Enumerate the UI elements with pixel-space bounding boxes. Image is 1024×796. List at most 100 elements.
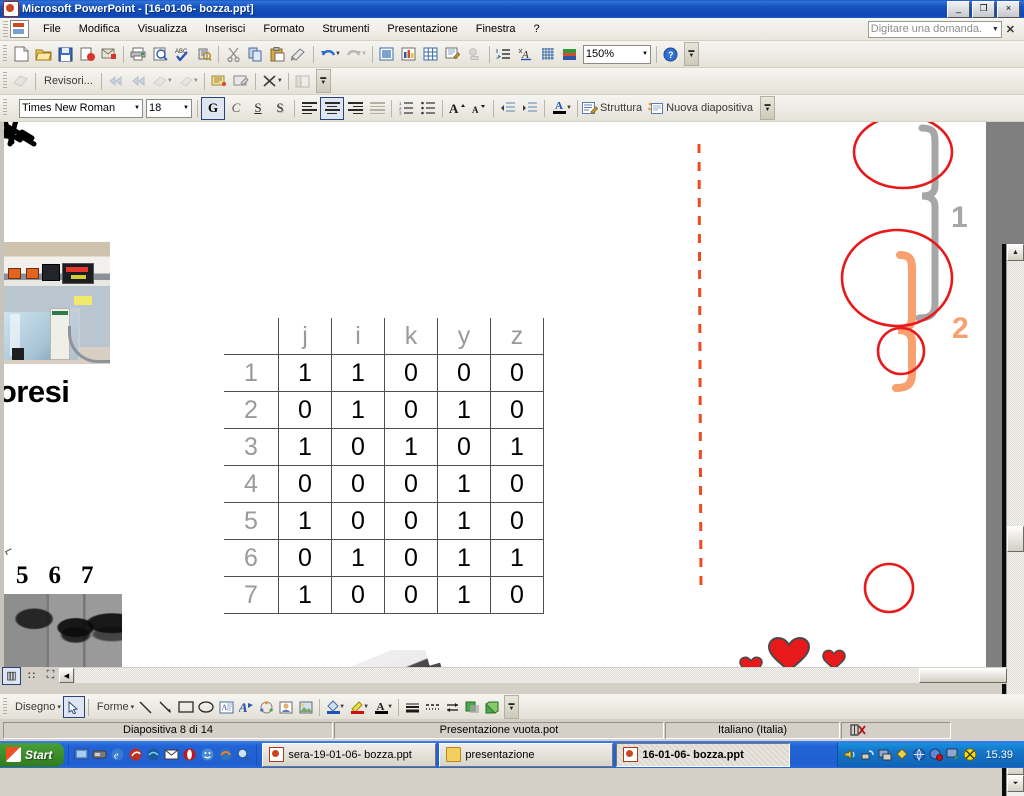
toolbar-grip[interactable] bbox=[3, 698, 7, 716]
media-player-icon[interactable] bbox=[91, 746, 108, 763]
normal-view-button[interactable]: ▥ bbox=[2, 666, 21, 685]
font-name-combobox[interactable]: Times New Roman ▼ bbox=[19, 98, 143, 118]
wordart-icon[interactable]: A bbox=[236, 697, 256, 717]
updates-icon[interactable] bbox=[945, 747, 960, 762]
align-right-icon[interactable] bbox=[344, 98, 366, 119]
draw-menu-button[interactable]: Disegno bbox=[10, 701, 60, 713]
language-indicator[interactable]: Italiano (Italia) bbox=[665, 721, 840, 739]
chevron-down-icon[interactable]: ▾ bbox=[131, 703, 135, 711]
copy-icon[interactable] bbox=[244, 43, 266, 65]
vertical-scroll-thumb[interactable] bbox=[1007, 526, 1024, 552]
print-preview-icon[interactable] bbox=[149, 43, 171, 65]
fill-color-dropdown-icon[interactable]: ▼ bbox=[339, 704, 345, 710]
menu-item-strumenti[interactable]: Strumenti bbox=[313, 20, 378, 38]
delete-comment-icon[interactable] bbox=[259, 70, 281, 92]
oval-icon[interactable] bbox=[196, 697, 216, 717]
toolbar-grip[interactable] bbox=[3, 72, 7, 90]
markup-icon[interactable] bbox=[10, 70, 32, 92]
menu-item-inserisci[interactable]: Inserisci bbox=[196, 20, 254, 38]
open-icon[interactable] bbox=[32, 43, 54, 65]
text-box-icon[interactable]: A bbox=[216, 697, 236, 717]
reviewing-pane-icon[interactable] bbox=[292, 70, 314, 92]
hyperlink-icon[interactable] bbox=[464, 43, 486, 65]
menu-item-finestra[interactable]: Finestra bbox=[467, 20, 525, 38]
font-color-dropdown-icon[interactable]: ▼ bbox=[566, 105, 572, 111]
bold-button[interactable]: G bbox=[201, 96, 225, 120]
arrow-style-icon[interactable] bbox=[442, 697, 462, 717]
insert-table-icon[interactable] bbox=[376, 43, 398, 65]
new-slide-button[interactable]: Nuova diapositiva bbox=[665, 102, 758, 114]
menu-item-file[interactable]: File bbox=[34, 20, 70, 38]
menu-item-presentazione[interactable]: Presentazione bbox=[378, 20, 466, 38]
picture-icon[interactable] bbox=[296, 697, 316, 717]
diagram-icon[interactable] bbox=[256, 697, 276, 717]
close-icon[interactable]: ✕ bbox=[1006, 23, 1018, 36]
taskbar-task-16-01-06-bozza[interactable]: 16-01-06- bozza.ppt bbox=[616, 742, 791, 767]
menu-item-help[interactable]: ? bbox=[525, 20, 549, 38]
opera-icon[interactable] bbox=[181, 746, 198, 763]
menu-grip[interactable] bbox=[3, 21, 8, 37]
close-button[interactable]: × bbox=[997, 0, 1020, 18]
slide-canvas[interactable]: foresi ⌐ 5 6 7 j i bbox=[0, 122, 986, 667]
network-icon[interactable] bbox=[860, 747, 875, 762]
clip-art-icon[interactable] bbox=[276, 697, 296, 717]
grid-icon[interactable] bbox=[537, 43, 559, 65]
save-icon[interactable] bbox=[54, 43, 76, 65]
shield-icon[interactable] bbox=[894, 747, 909, 762]
color-icon[interactable] bbox=[559, 43, 581, 65]
increase-font-size-icon[interactable]: A bbox=[446, 98, 468, 119]
numbering-icon[interactable] bbox=[493, 43, 515, 65]
taskbar-clock[interactable]: 15.39 bbox=[979, 749, 1019, 761]
toolbar-grip[interactable] bbox=[3, 45, 7, 63]
chevron-down-icon[interactable]: ▼ bbox=[992, 22, 999, 37]
research-icon[interactable] bbox=[193, 43, 215, 65]
line-style-icon[interactable] bbox=[402, 697, 422, 717]
font-effects-icon[interactable]: A bbox=[515, 43, 537, 65]
edit-comment-icon[interactable] bbox=[230, 70, 252, 92]
drawing-toolbar-overflow-button[interactable]: ▬ ▼ bbox=[504, 695, 520, 719]
align-left-icon[interactable] bbox=[298, 98, 320, 119]
standard-toolbar-overflow-button[interactable]: ▬ ▼ bbox=[683, 42, 699, 66]
next-comment-icon[interactable] bbox=[127, 70, 149, 92]
menu-item-formato[interactable]: Formato bbox=[254, 20, 313, 38]
decrease-font-size-icon[interactable]: A bbox=[468, 98, 490, 119]
insert-chart-icon[interactable] bbox=[398, 43, 420, 65]
redo-icon[interactable] bbox=[343, 43, 365, 65]
align-justify-icon[interactable] bbox=[366, 98, 388, 119]
scroll-left-button[interactable]: ◀ bbox=[59, 668, 74, 683]
undo-icon[interactable] bbox=[317, 43, 339, 65]
display-icon[interactable] bbox=[877, 747, 892, 762]
slide-show-button[interactable]: ⛶ bbox=[42, 668, 59, 684]
mail-icon[interactable] bbox=[76, 43, 98, 65]
new-icon[interactable] bbox=[10, 43, 32, 65]
select-arrow-icon[interactable] bbox=[62, 696, 85, 718]
messenger-icon[interactable] bbox=[199, 746, 216, 763]
globe-icon[interactable] bbox=[911, 747, 926, 762]
internet-explorer-icon[interactable]: e bbox=[109, 746, 126, 763]
scroll-up-button[interactable]: ▲ bbox=[1007, 244, 1024, 261]
decrease-indent-icon[interactable] bbox=[497, 98, 519, 119]
chevron-down-icon[interactable]: ▼ bbox=[134, 105, 140, 111]
numbered-list-icon[interactable]: 123 bbox=[395, 98, 417, 119]
bulleted-list-icon[interactable] bbox=[417, 98, 439, 119]
logic-table[interactable]: j i k y z 1 1 1 0 0 0 2 0 1 0 1 0 3 1 0 … bbox=[224, 318, 544, 614]
cut-icon[interactable] bbox=[222, 43, 244, 65]
outline-button[interactable]: Struttura bbox=[599, 102, 647, 114]
insert-comment-icon[interactable] bbox=[208, 70, 230, 92]
taskbar-task-presentazione-folder[interactable]: presentazione bbox=[439, 742, 614, 767]
new-slide-icon[interactable] bbox=[647, 97, 665, 119]
volume-icon[interactable] bbox=[843, 747, 858, 762]
vertical-scroll-track[interactable] bbox=[1007, 261, 1024, 741]
warning-icon[interactable] bbox=[962, 747, 977, 762]
formatting-toolbar-overflow-button[interactable]: ▬ ▼ bbox=[759, 96, 775, 120]
slide-sorter-view-button[interactable]: ∷ bbox=[23, 668, 40, 684]
ask-a-question-input[interactable]: Digitare una domanda. ▼ bbox=[867, 20, 1002, 38]
taskbar-task-sera-bozza[interactable]: sera-19-01-06- bozza.ppt bbox=[262, 742, 437, 767]
insert-grid-icon[interactable] bbox=[420, 43, 442, 65]
unapply-icon[interactable] bbox=[175, 70, 197, 92]
attach-icon[interactable] bbox=[98, 43, 120, 65]
shadow-button[interactable]: S bbox=[269, 98, 291, 119]
spelling-icon[interactable]: ABC bbox=[171, 43, 193, 65]
underline-button[interactable]: S bbox=[247, 98, 269, 119]
maximize-button[interactable]: ❐ bbox=[972, 0, 995, 18]
